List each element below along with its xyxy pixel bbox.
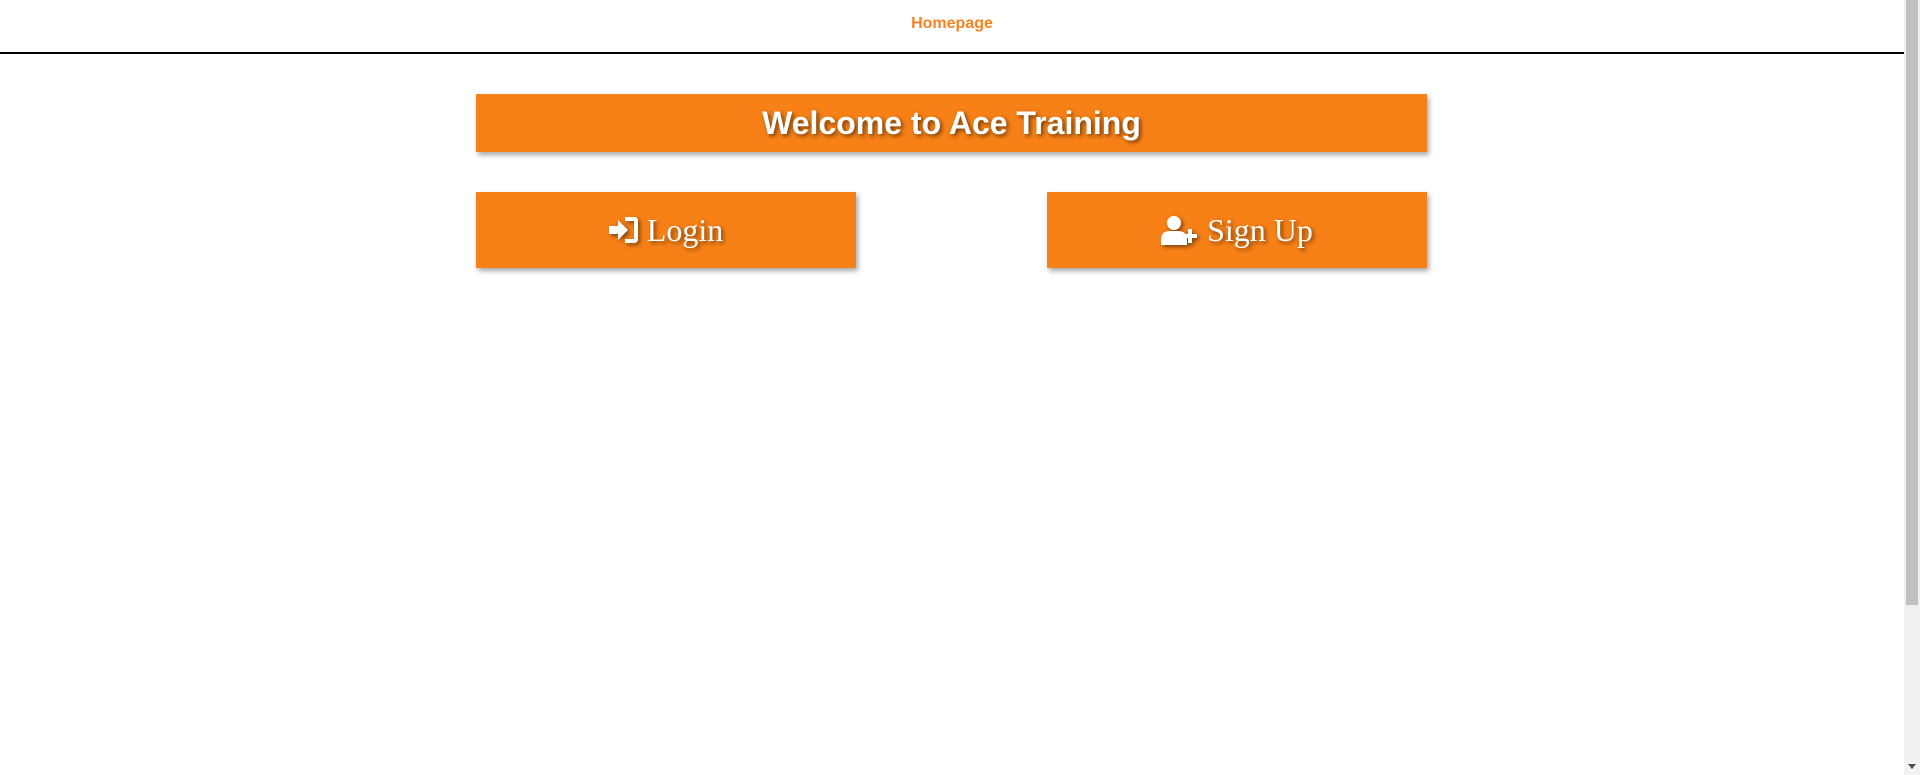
signup-button-label: Sign Up [1207, 211, 1313, 248]
signup-button[interactable]: Sign Up [1047, 192, 1427, 268]
vertical-scrollbar[interactable] [1904, 0, 1920, 775]
page: Homepage Welcome to Ace Training Login S… [0, 0, 1904, 775]
login-button[interactable]: Login [476, 192, 856, 268]
top-navigation-bar: Homepage [0, 0, 1904, 54]
browser-viewport: Homepage Welcome to Ace Training Login S… [0, 0, 1920, 775]
welcome-title: Welcome to Ace Training [762, 104, 1141, 141]
welcome-banner: Welcome to Ace Training [476, 94, 1427, 152]
homepage-link[interactable]: Homepage [0, 0, 1904, 48]
user-plus-icon [1161, 215, 1199, 245]
sign-in-icon [608, 216, 639, 244]
scrollbar-thumb[interactable] [1906, 0, 1918, 605]
login-button-label: Login [646, 211, 724, 248]
scroll-down-arrow-icon[interactable] [1904, 759, 1920, 775]
